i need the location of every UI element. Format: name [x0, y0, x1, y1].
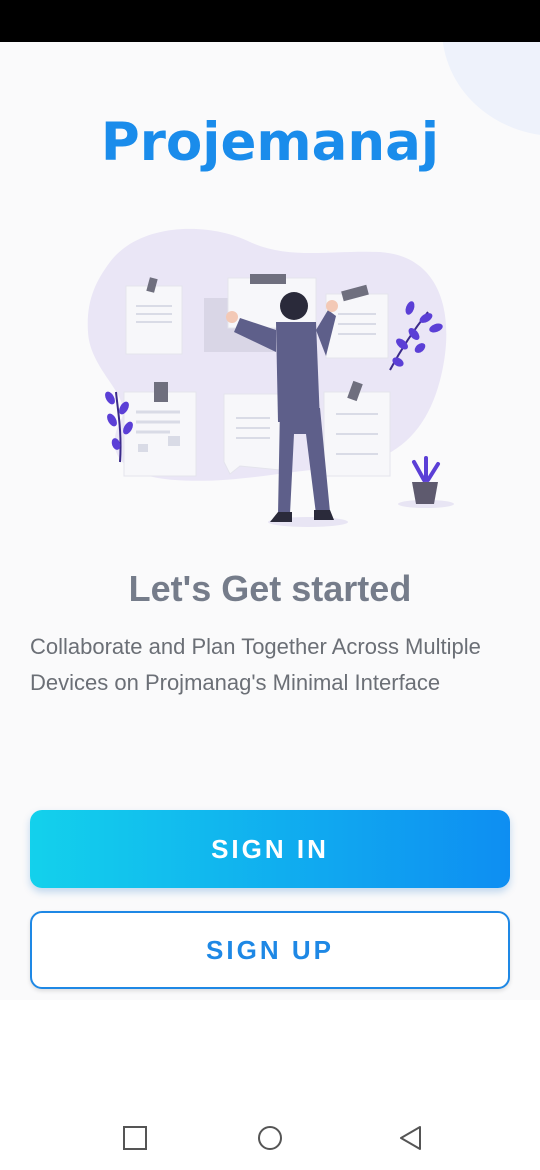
onboarding-subtitle: Collaborate and Plan Together Across Mul…: [30, 634, 481, 695]
sign-up-button[interactable]: SIGN UP: [30, 911, 510, 989]
potted-plant-decoration: [398, 456, 454, 508]
paper-note: [123, 391, 197, 477]
team-planning-illustration: [87, 228, 454, 527]
back-icon[interactable]: [398, 1125, 424, 1151]
status-bar: [0, 0, 540, 42]
onboarding-screen: Projemanaj Let's Get started Collaborate…: [0, 42, 540, 1000]
system-navigation-bar: [0, 1000, 540, 1170]
home-icon[interactable]: [257, 1125, 283, 1151]
onboarding-headline: Let's Get started: [128, 568, 412, 609]
paper-note: [223, 393, 281, 475]
sign-in-button[interactable]: SIGN IN: [30, 810, 510, 888]
recent-apps-icon[interactable]: [122, 1125, 148, 1151]
paper-note: [125, 285, 183, 355]
app-title: Projemanaj: [100, 112, 440, 173]
